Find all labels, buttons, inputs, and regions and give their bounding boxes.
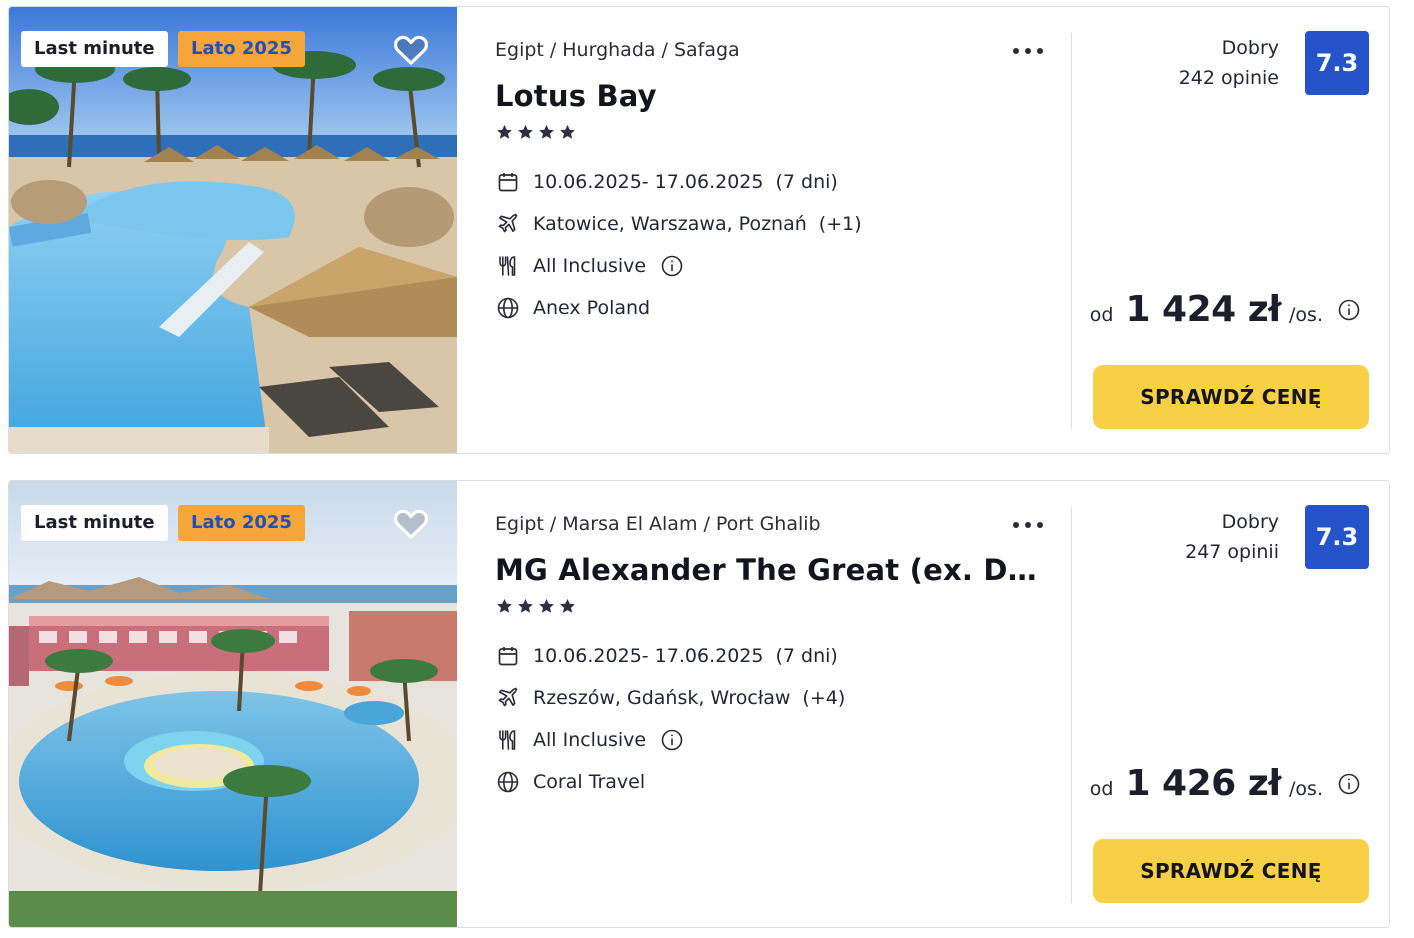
- operator-text: Coral Travel: [533, 771, 646, 793]
- star-icon: [560, 598, 575, 613]
- globe-icon: [495, 769, 521, 795]
- breadcrumb-city[interactable]: Port Ghalib: [716, 513, 821, 535]
- breadcrumb-city[interactable]: Safaga: [674, 39, 740, 61]
- last-minute-badge: Last minute: [21, 505, 168, 541]
- price-suffix: /os.: [1289, 778, 1323, 800]
- operator-row: Coral Travel: [495, 767, 645, 797]
- hotel-name[interactable]: MG Alexander The Great (ex. Dessole: [495, 553, 1043, 587]
- breadcrumb: Egipt / Hurghada / Safaga: [495, 39, 740, 61]
- breadcrumb-separator: /: [661, 39, 668, 61]
- departures-extra[interactable]: (+1): [819, 213, 862, 235]
- price-amount: 1 424 zł: [1125, 289, 1282, 330]
- rating-score-badge: 7.3: [1305, 505, 1369, 569]
- breadcrumb-region[interactable]: Hurghada: [562, 39, 655, 61]
- heart-outline-icon[interactable]: [391, 29, 431, 69]
- rating-summary: Dobry 242 opinie: [1179, 33, 1279, 93]
- star-icon: [539, 598, 554, 613]
- info-circle-icon[interactable]: [1337, 298, 1361, 322]
- plane-icon: [495, 211, 521, 237]
- departures-text: Katowice, Warszawa, Poznań: [533, 213, 807, 235]
- star-icon: [497, 124, 512, 139]
- operator-text: Anex Poland: [533, 297, 651, 319]
- reviews-count[interactable]: 242 opinie: [1179, 63, 1279, 93]
- board-text: All Inclusive: [533, 729, 647, 751]
- rating-score-badge: 7.3: [1305, 31, 1369, 95]
- price-amount: 1 426 zł: [1125, 763, 1282, 804]
- more-dots-icon[interactable]: [1010, 513, 1046, 537]
- offer-card[interactable]: Last minute Lato 2025 Egipt / Marsa El Ala…: [8, 480, 1390, 928]
- calendar-icon: [495, 169, 521, 195]
- board-row: All Inclusive: [495, 725, 684, 755]
- price-prefix: od: [1089, 778, 1114, 800]
- breadcrumb-country[interactable]: Egipt: [495, 513, 544, 535]
- heart-outline-icon[interactable]: [391, 503, 431, 543]
- price-prefix: od: [1089, 304, 1114, 326]
- star-icon: [539, 124, 554, 139]
- season-badge: Lato 2025: [178, 31, 305, 67]
- departures-row: Rzeszów, Gdańsk, Wrocław (+4): [495, 683, 845, 713]
- duration-text: (7 dni): [775, 645, 838, 667]
- calendar-icon: [495, 643, 521, 669]
- star-icon: [518, 598, 533, 613]
- fork-knife-icon: [495, 253, 521, 279]
- breadcrumb: Egipt / Marsa El Alam / Port Ghalib: [495, 513, 821, 535]
- hotel-photo[interactable]: [9, 481, 457, 927]
- hotel-name[interactable]: Lotus Bay: [495, 79, 1043, 113]
- price-block: od 1 426 zł /os.: [1090, 763, 1361, 804]
- info-circle-icon[interactable]: [660, 728, 684, 752]
- season-badge: Lato 2025: [178, 505, 305, 541]
- column-divider: [1071, 33, 1072, 429]
- breadcrumb-region[interactable]: Marsa El Alam: [562, 513, 697, 535]
- departures-extra[interactable]: (+4): [802, 687, 845, 709]
- info-circle-icon[interactable]: [660, 254, 684, 278]
- departures-text: Rzeszów, Gdańsk, Wrocław: [533, 687, 791, 709]
- breadcrumb-separator: /: [703, 513, 710, 535]
- offer-details: Egipt / Hurghada / Safaga Lotus Bay 10.06.20…: [495, 7, 1055, 453]
- dates-row: 10.06.2025- 17.06.2025 (7 dni): [495, 641, 838, 671]
- departures-row: Katowice, Warszawa, Poznań (+1): [495, 209, 862, 239]
- last-minute-badge: Last minute: [21, 31, 168, 67]
- column-divider: [1071, 507, 1072, 903]
- breadcrumb-country[interactable]: Egipt: [495, 39, 544, 61]
- check-price-button[interactable]: SPRAWDŹ CENĘ: [1093, 365, 1369, 429]
- dates-text: 10.06.2025- 17.06.2025: [533, 171, 764, 193]
- dates-row: 10.06.2025- 17.06.2025 (7 dni): [495, 167, 838, 197]
- offer-details: Egipt / Marsa El Alam / Port Ghalib MG Alexa…: [495, 481, 1055, 927]
- breadcrumb-separator: /: [549, 39, 557, 61]
- breadcrumb-separator: /: [549, 513, 557, 535]
- board-text: All Inclusive: [533, 255, 647, 277]
- star-icon: [518, 124, 533, 139]
- offer-card[interactable]: Last minute Lato 2025 Egipt / Hurghada / Saf…: [8, 6, 1390, 454]
- more-dots-icon[interactable]: [1010, 39, 1046, 63]
- duration-text: (7 dni): [775, 171, 838, 193]
- board-row: All Inclusive: [495, 251, 684, 281]
- hotel-stars: [495, 597, 577, 617]
- plane-icon: [495, 685, 521, 711]
- price-block: od 1 424 zł /os.: [1090, 289, 1361, 330]
- operator-row: Anex Poland: [495, 293, 650, 323]
- star-icon: [560, 124, 575, 139]
- star-icon: [497, 598, 512, 613]
- info-circle-icon[interactable]: [1337, 772, 1361, 796]
- hotel-photo[interactable]: [9, 7, 457, 453]
- hotel-stars: [495, 123, 577, 143]
- rating-word: Dobry: [1221, 511, 1279, 533]
- price-suffix: /os.: [1289, 304, 1323, 326]
- fork-knife-icon: [495, 727, 521, 753]
- globe-icon: [495, 295, 521, 321]
- reviews-count[interactable]: 247 opinii: [1185, 537, 1279, 567]
- rating-word: Dobry: [1221, 37, 1279, 59]
- rating-summary: Dobry 247 opinii: [1185, 507, 1279, 567]
- dates-text: 10.06.2025- 17.06.2025: [533, 645, 764, 667]
- check-price-button[interactable]: SPRAWDŹ CENĘ: [1093, 839, 1369, 903]
